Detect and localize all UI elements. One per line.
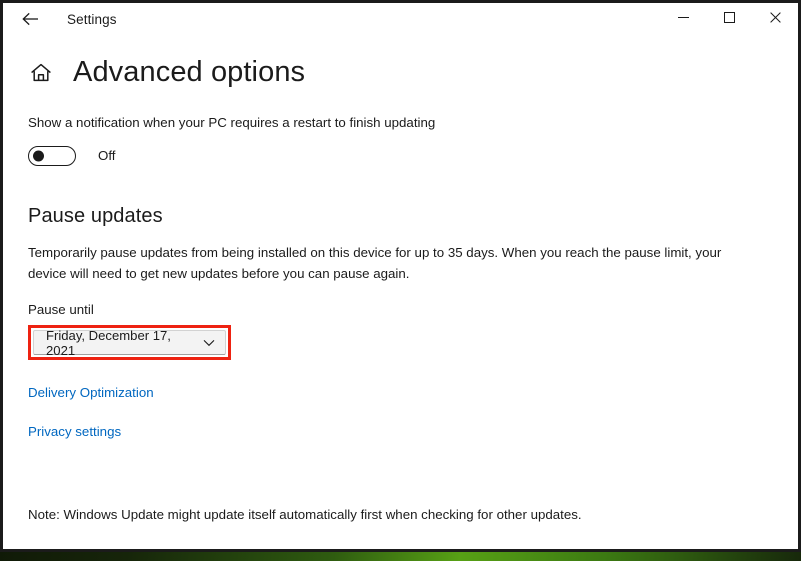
- pause-until-label: Pause until: [28, 302, 94, 317]
- settings-content: Show a notification when your PC require…: [3, 114, 798, 552]
- pause-until-dropdown[interactable]: Friday, December 17, 2021: [33, 327, 226, 358]
- window-caption-buttons: [660, 3, 798, 35]
- close-icon: [769, 10, 781, 28]
- footer-text: Configure automatic device setup after a…: [28, 551, 773, 552]
- toggle-state-label: Off: [98, 148, 116, 164]
- home-icon[interactable]: [28, 60, 54, 86]
- minimize-icon: [677, 10, 689, 28]
- restart-notification-label: Show a notification when your PC require…: [28, 115, 436, 130]
- delivery-optimization-row: Delivery Optimization: [28, 384, 773, 402]
- window-title: Settings: [67, 12, 117, 27]
- page-title: Advanced options: [73, 56, 306, 88]
- minimize-button[interactable]: [660, 3, 706, 35]
- update-note-text: Note: Windows Update might update itself…: [28, 507, 582, 522]
- toggle-knob: [33, 150, 44, 162]
- restart-notification-toggle[interactable]: [28, 145, 76, 166]
- page-header: Advanced options: [3, 58, 798, 87]
- pause-updates-heading: Pause updates: [28, 204, 163, 227]
- chevron-down-icon: [202, 336, 216, 350]
- maximize-button[interactable]: [706, 3, 752, 35]
- back-arrow-icon: [21, 12, 39, 31]
- title-bar: Settings: [3, 3, 798, 38]
- privacy-settings-row: Privacy settings: [28, 423, 773, 441]
- pause-until-highlight-box: Friday, December 17, 2021: [28, 325, 231, 360]
- back-button[interactable]: [15, 6, 45, 36]
- privacy-settings-link[interactable]: Privacy settings: [28, 424, 121, 439]
- settings-window: Settings Advanced options Show a notific…: [0, 0, 801, 552]
- delivery-optimization-link[interactable]: Delivery Optimization: [28, 385, 154, 400]
- page-body: Advanced options Show a notification whe…: [3, 58, 798, 552]
- pause-until-selected-value: Friday, December 17, 2021: [46, 327, 171, 358]
- restart-notification-toggle-row: Off: [28, 145, 773, 166]
- pause-updates-description: Temporarily pause updates from being ins…: [28, 244, 722, 282]
- close-button[interactable]: [752, 3, 798, 35]
- maximize-icon: [723, 10, 735, 28]
